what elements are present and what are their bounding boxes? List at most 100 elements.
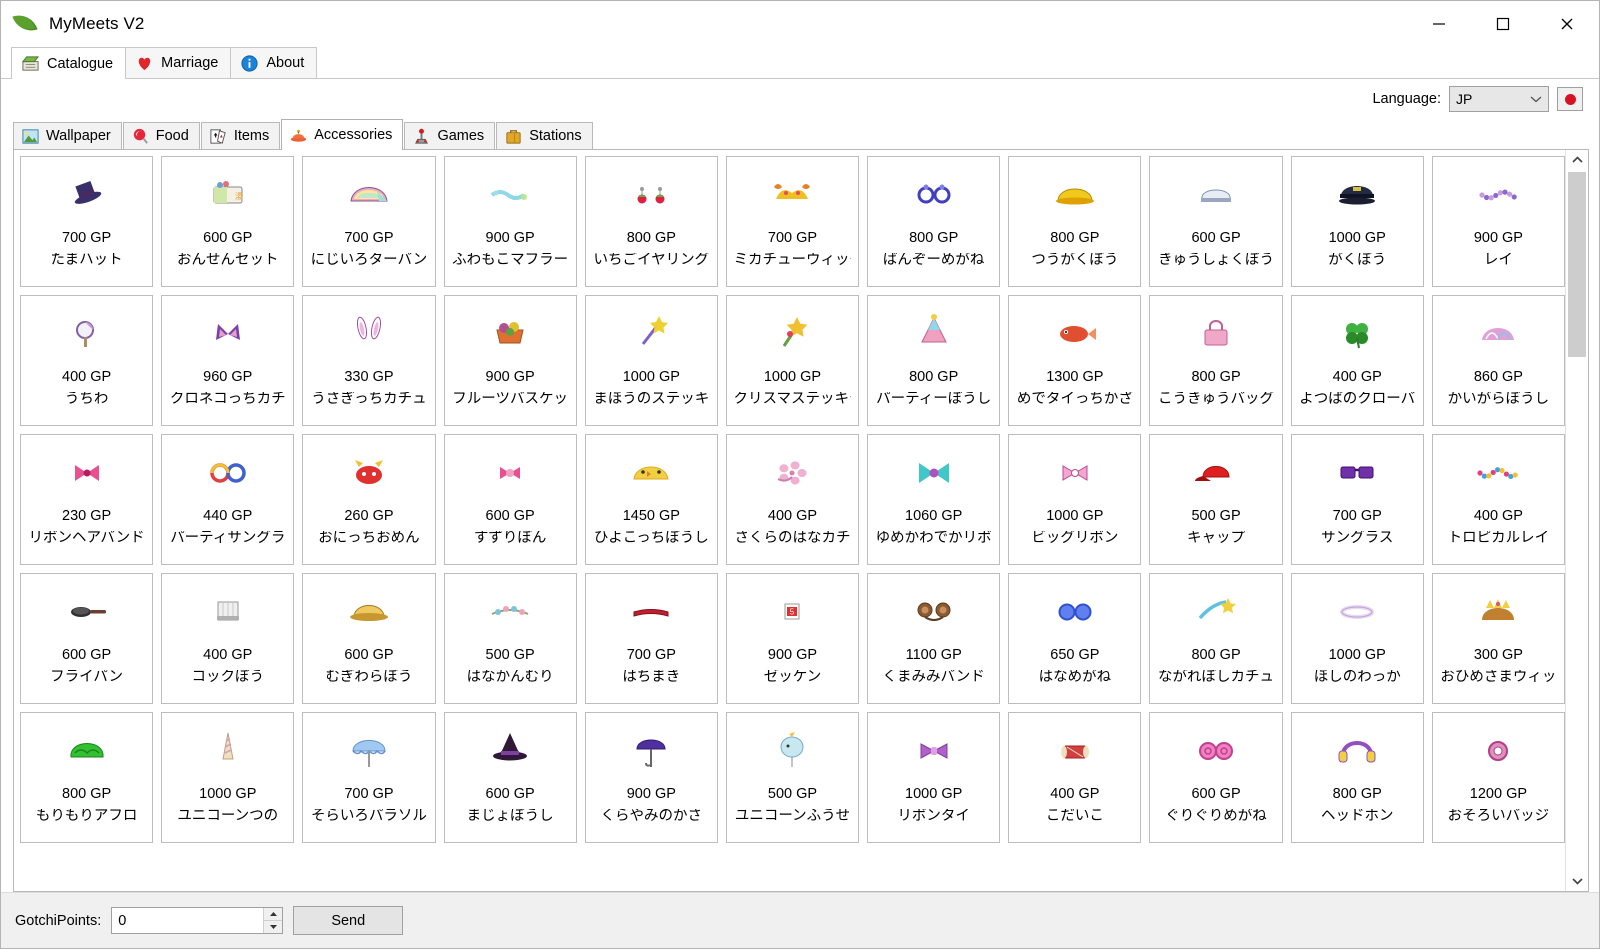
catalogue-item-card[interactable]: 440 GP パーティサングラ xyxy=(161,434,295,565)
tab-games[interactable]: Games xyxy=(404,122,496,149)
item-name: ながれぼしカチュ xyxy=(1158,669,1275,684)
catalogue-item-card[interactable]: 1000 GP ユニコーンつの xyxy=(161,712,295,843)
catalogue-item-card[interactable]: 700 GP たまハット xyxy=(20,156,154,287)
maximize-icon[interactable] xyxy=(1471,1,1535,47)
minimize-icon[interactable] xyxy=(1407,1,1471,47)
tab-wallpaper[interactable]: Wallpaper xyxy=(13,122,122,149)
catalogue-item-card[interactable]: 800 GP ばんぞーめがね xyxy=(867,156,1001,287)
tab-catalogue[interactable]: Catalogue xyxy=(11,47,127,79)
vertical-scrollbar[interactable] xyxy=(1565,150,1588,891)
catalogue-item-card[interactable]: 960 GP クロネコっちカチ xyxy=(161,295,295,426)
catalogue-item-card[interactable]: 230 GP リボンヘアバンド xyxy=(20,434,154,565)
catalogue-item-card[interactable]: 700 GP サングラス xyxy=(1290,434,1424,565)
item-price: 800 GP xyxy=(1191,647,1241,663)
catalogue-item-card[interactable]: 700 GP はちまき xyxy=(584,573,718,704)
catalogue-item-card[interactable]: 800 GP ヘッドホン xyxy=(1290,712,1424,843)
chevron-up-icon xyxy=(1571,156,1583,163)
gotchipoints-input[interactable]: 0 xyxy=(112,908,263,933)
catalogue-item-card[interactable]: 260 GP おにっちおめん xyxy=(302,434,436,565)
tab-accessories[interactable]: Accessories xyxy=(281,119,404,150)
catalogue-item-card[interactable]: 5 900 GP ゼッケン xyxy=(725,573,860,704)
catalogue-item-card[interactable]: 400 GP コックぼう xyxy=(161,573,295,704)
catalogue-item-card[interactable]: 900 GP くらやみのかさ xyxy=(584,712,718,843)
catalogue-item-card[interactable]: 860 GP かいがらぼうし xyxy=(1431,295,1565,426)
catalogue-item-card[interactable]: 400 GP うちわ xyxy=(20,295,154,426)
catalogue-item-card[interactable]: 400 GP さくらのはなカチ xyxy=(725,434,860,565)
tophat-icon xyxy=(21,157,152,231)
catalogue-item-card[interactable]: 700 GP そらいろパラソル xyxy=(302,712,436,843)
gotchipoints-stepper[interactable]: 0 xyxy=(111,907,284,934)
catalogue-item-card[interactable]: 600 GP きゅうしょくぼう xyxy=(1149,156,1283,287)
catalogue-item-card[interactable]: 1060 GP ゆめかわでかリボ xyxy=(867,434,1001,565)
tab-about[interactable]: About xyxy=(230,47,318,78)
catalogue-item-card[interactable]: 1300 GP めでタイっちかざ xyxy=(1008,295,1142,426)
close-icon[interactable] xyxy=(1535,1,1599,47)
catalogue-item-card[interactable]: 1000 GP ビッグリボン xyxy=(1008,434,1142,565)
catalogue-item-card[interactable]: 1450 GP ひよこっちぼうし xyxy=(584,434,718,565)
catears-icon xyxy=(162,296,293,370)
item-name: ミカチューウィッグ xyxy=(733,252,852,267)
clover-icon xyxy=(1292,296,1423,370)
catalogue-item-card[interactable]: 800 GP いちごイヤリング xyxy=(584,156,718,287)
item-name: パーティサングラ xyxy=(170,530,286,545)
item-name: レイ xyxy=(1483,252,1513,267)
bearears-icon xyxy=(868,574,999,648)
tab-items[interactable]: Items xyxy=(200,122,281,149)
catalogue-item-card[interactable]: 650 GP はなめがね xyxy=(1008,573,1142,704)
catalogue-item-card[interactable]: 800 GP ながれぼしカチュ xyxy=(1149,573,1283,704)
bellribbon-icon xyxy=(445,435,576,509)
catalogue-panel: 700 GP たまハット 湯 600 GP おんせんセット 700 GP にじいろターバン 9… xyxy=(13,149,1589,892)
catalogue-item-card[interactable]: 1000 GP ほしのわっか xyxy=(1290,573,1424,704)
catalogue-item-card[interactable]: 湯 600 GP おんせんセット xyxy=(161,156,295,287)
catalogue-item-card[interactable]: 600 GP むぎわらぼう xyxy=(302,573,436,704)
catalogue-item-card[interactable]: 900 GP レイ xyxy=(1431,156,1565,287)
catalogue-item-card[interactable]: 800 GP つうがくぼう xyxy=(1008,156,1142,287)
scroll-down-button[interactable] xyxy=(1566,871,1588,891)
catalogue-item-card[interactable]: 1200 GP おそろいバッジ xyxy=(1431,712,1565,843)
catalogue-item-card[interactable]: 700 GP ミカチューウィッグ xyxy=(725,156,860,287)
japan-flag-icon[interactable] xyxy=(1557,87,1583,111)
catalogue-item-card[interactable]: 900 GP ふわもこマフラー xyxy=(443,156,577,287)
tab-stations[interactable]: Stations xyxy=(496,122,593,149)
stepper-down-button[interactable] xyxy=(264,920,283,933)
catalogue-item-card[interactable]: 600 GP まじょぼうし xyxy=(443,712,577,843)
catalogue-item-card[interactable]: 600 GP フライパン xyxy=(20,573,154,704)
catalogue-item-card[interactable]: 1000 GP クリスマステッキ★ xyxy=(725,295,860,426)
catalogue-item-card[interactable]: 1000 GP まほうのステッキ xyxy=(584,295,718,426)
item-name: ひよこっちぼうし xyxy=(593,530,709,545)
catalogue-item-card[interactable]: 700 GP にじいろターバン xyxy=(302,156,436,287)
item-price: 500 GP xyxy=(485,647,535,663)
item-price: 900 GP xyxy=(485,369,535,385)
catalogue-item-card[interactable]: 500 GP はなかんむり xyxy=(443,573,577,704)
item-name: キャップ xyxy=(1187,530,1246,545)
tab-marriage[interactable]: Marriage xyxy=(125,47,232,78)
tab-food[interactable]: Food xyxy=(122,122,200,149)
item-price: 1300 GP xyxy=(1046,369,1104,385)
catalogue-item-card[interactable]: 800 GP パーティーぼうし xyxy=(867,295,1001,426)
catalogue-item-card[interactable]: 500 GP ユニコーンふうせ xyxy=(725,712,860,843)
catalogue-item-card[interactable]: 800 GP もりもりアフロ xyxy=(20,712,154,843)
language-select[interactable]: JP xyxy=(1449,86,1549,112)
catalogue-item-card[interactable]: 330 GP うさぎっちカチュ xyxy=(302,295,436,426)
catalogue-item-card[interactable]: 600 GP ぐりぐりめがね xyxy=(1149,712,1283,843)
catalogue-item-card[interactable]: 1100 GP くまみみバンド xyxy=(867,573,1001,704)
catalogue-item-card[interactable]: 400 GP トロピカルレイ xyxy=(1431,434,1565,565)
stepper-up-button[interactable] xyxy=(264,908,282,920)
catalogue-item-card[interactable]: 400 GP よつばのクローバ xyxy=(1290,295,1424,426)
item-name: ばんぞーめがね xyxy=(882,252,985,267)
item-name: おんせんセット xyxy=(177,252,279,267)
catalogue-item-card[interactable]: 300 GP おひめさまウィッ xyxy=(1431,573,1565,704)
scroll-track[interactable] xyxy=(1566,170,1588,871)
scroll-up-button[interactable] xyxy=(1566,150,1588,170)
catalogue-item-card[interactable]: 900 GP フルーツバスケッ xyxy=(443,295,577,426)
scroll-thumb[interactable] xyxy=(1568,172,1586,357)
item-name: きゅうしょくぼう xyxy=(1158,252,1275,267)
send-button[interactable]: Send xyxy=(293,906,404,935)
catalogue-item-card[interactable]: 600 GP すずりぼん xyxy=(443,434,577,565)
catalogue-item-card[interactable]: 1000 GP リボンタイ xyxy=(867,712,1001,843)
catalogue-item-card[interactable]: 400 GP こだいこ xyxy=(1008,712,1142,843)
catalogue-item-card[interactable]: 800 GP こうきゅうバッグ xyxy=(1149,295,1283,426)
item-name: こうきゅうバッグ xyxy=(1158,391,1275,406)
catalogue-item-card[interactable]: 1000 GP がくぼう xyxy=(1290,156,1424,287)
catalogue-item-card[interactable]: 500 GP キャップ xyxy=(1149,434,1283,565)
